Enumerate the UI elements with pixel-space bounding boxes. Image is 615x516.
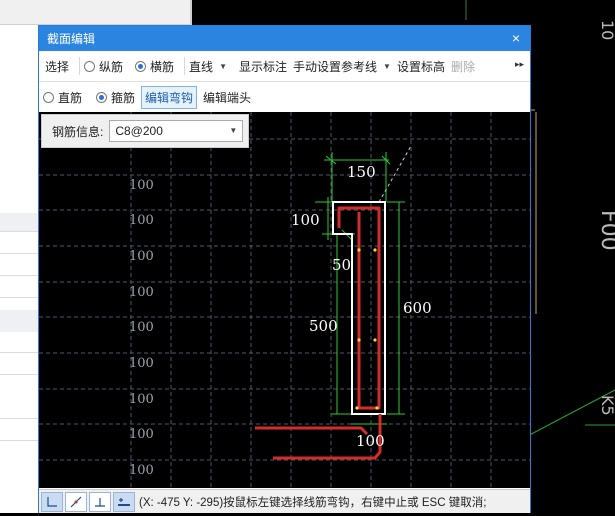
midpoint-snap-glyph xyxy=(118,497,130,506)
longitudinal-label: 纵筋 xyxy=(99,59,124,74)
rebar-point xyxy=(357,338,361,342)
toolbar-secondary: 直筋 箍筋 编辑弯钩 编辑端头 xyxy=(39,82,530,113)
grid-label: 100 xyxy=(129,249,154,264)
background-row-line xyxy=(0,275,38,276)
rebar-info-combo[interactable]: C8@200 ▼ xyxy=(109,120,244,142)
dim-label-bottom: 100 xyxy=(356,432,385,450)
dim-label-inner: 50 xyxy=(332,256,351,274)
section-drawing[interactable]: 100 100 100 100 100 100 100 100 100 150 … xyxy=(39,112,530,488)
manual-ref-line-dropdown[interactable]: 手动设置参考线 ▼ xyxy=(293,58,391,75)
radio-on-icon xyxy=(135,60,147,72)
stirrup-radio[interactable]: 箍筋 xyxy=(96,89,135,106)
rebar-point xyxy=(373,248,377,252)
grid-label: 100 xyxy=(129,356,154,371)
chevron-down-icon: ▼ xyxy=(383,61,391,71)
transverse-label: 横筋 xyxy=(150,59,175,74)
rebar-info-panel: 钢筋信息: C8@200 ▼ xyxy=(41,114,249,148)
grid-lines xyxy=(39,112,530,488)
line-snap-icon[interactable] xyxy=(65,491,87,512)
set-elevation-button[interactable]: 设置标高 xyxy=(397,58,445,75)
midpoint-snap-icon[interactable] xyxy=(113,491,135,512)
show-annotation-button[interactable]: 显示标注 xyxy=(239,58,287,75)
background-row-line xyxy=(0,374,38,375)
perpendicular-snap-icon[interactable] xyxy=(89,491,111,512)
background-row-line xyxy=(0,231,38,232)
background-row-line xyxy=(0,352,38,353)
background-row xyxy=(0,310,38,332)
toolbar-separator xyxy=(184,57,186,75)
straight-label: 直筋 xyxy=(58,90,83,105)
dim-label-left: 500 xyxy=(309,317,338,335)
grid-label: 100 xyxy=(129,392,154,407)
radio-on-icon xyxy=(96,91,108,103)
background-row xyxy=(0,213,38,231)
grid-labels: 100 100 100 100 100 100 100 100 100 xyxy=(129,178,154,478)
select-button[interactable]: 选择 xyxy=(45,58,69,75)
perpendicular-snap-glyph xyxy=(95,497,105,507)
background-header-band xyxy=(0,0,190,25)
grid-label: 100 xyxy=(129,463,154,478)
status-text: (X: -475 Y: -295)按鼠标左键选择线筋弯钩，右键中止或 ESC 键… xyxy=(139,496,487,509)
longitudinal-radio[interactable]: 纵筋 xyxy=(84,58,123,75)
rebar-point xyxy=(375,406,379,410)
background-row-line xyxy=(0,418,38,419)
toolbar-separator xyxy=(79,57,81,75)
background-row-line xyxy=(0,253,38,254)
hook-upper[interactable] xyxy=(255,426,369,436)
chevron-down-icon: ▼ xyxy=(229,126,238,135)
delete-button[interactable]: 删除 xyxy=(451,58,475,75)
reference-line xyxy=(378,145,412,203)
section-canvas[interactable]: 100 100 100 100 100 100 100 100 100 150 … xyxy=(39,112,530,488)
straight-radio[interactable]: 直筋 xyxy=(43,89,82,106)
line-snap-glyph xyxy=(70,496,82,507)
edit-hook-button[interactable]: 编辑弯钩 xyxy=(141,85,198,109)
dialog-titlebar: 截面编辑 × xyxy=(39,26,530,51)
status-bar: (X: -475 Y: -295)按鼠标左键选择线筋弯钩，右键中止或 ESC 键… xyxy=(39,489,530,513)
background-row-line xyxy=(0,440,38,441)
grid-label: 100 xyxy=(129,427,154,442)
rebar-info-label: 钢筋信息: xyxy=(52,124,104,139)
radio-off-icon xyxy=(84,60,96,72)
manual-ref-line-label: 手动设置参考线 xyxy=(293,59,378,74)
line-type-label: 直线 xyxy=(189,59,214,74)
chevron-down-icon: ▼ xyxy=(219,61,227,71)
stirrup-path[interactable] xyxy=(337,206,381,410)
line-type-dropdown[interactable]: 直线 ▼ xyxy=(189,58,227,75)
section-edit-dialog: 截面编辑 × 选择 纵筋 横筋 直线 ▼ 显示标注 手动设置参考线 ▼ 设置标高… xyxy=(38,25,531,513)
dim-label-right: 600 xyxy=(403,299,432,317)
more-icon[interactable]: ▸▸ xyxy=(515,59,524,70)
background-vertical-text: 10 xyxy=(598,20,615,40)
corner-snap-icon[interactable] xyxy=(41,491,63,512)
radio-off-icon xyxy=(43,91,54,103)
stirrup-label: 箍筋 xyxy=(111,90,136,105)
rebar-point xyxy=(355,406,359,410)
grid-label: 100 xyxy=(129,285,154,300)
toolbar-primary: 选择 纵筋 横筋 直线 ▼ 显示标注 手动设置参考线 ▼ 设置标高 删除 ▸▸ xyxy=(39,51,530,82)
background-row-line xyxy=(0,297,38,298)
dim-label-left-top: 100 xyxy=(291,211,320,229)
grid-label: 100 xyxy=(129,178,154,193)
background-vertical-text: K5 xyxy=(598,395,615,416)
rebar-info-value: C8@200 xyxy=(115,124,163,138)
edit-end-button[interactable]: 编辑端头 xyxy=(203,89,251,106)
grid-label: 100 xyxy=(129,213,154,228)
transverse-radio[interactable]: 横筋 xyxy=(135,58,174,75)
corner-snap-glyph xyxy=(47,496,57,507)
grid-label: 100 xyxy=(129,320,154,335)
background-vertical-text: F00 xyxy=(596,210,615,251)
close-icon[interactable]: × xyxy=(508,30,524,46)
rebar-point xyxy=(357,248,361,252)
rebar-point xyxy=(373,338,377,342)
dialog-title: 截面编辑 xyxy=(47,32,96,46)
dim-label-top: 150 xyxy=(347,163,376,181)
